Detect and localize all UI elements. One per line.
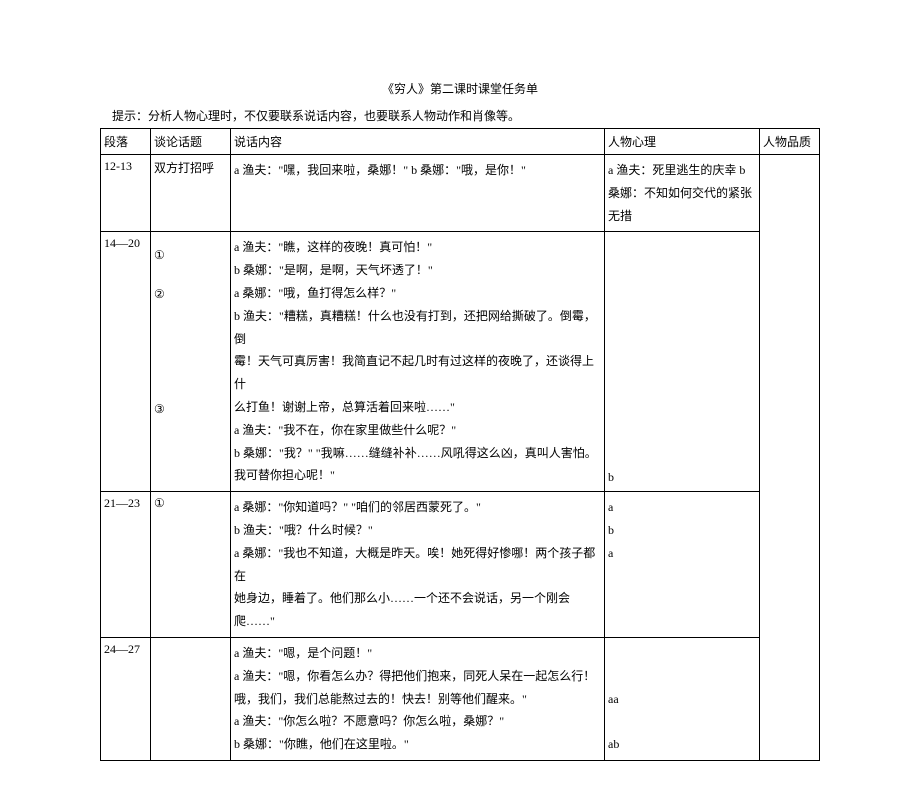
header-psych: 人物心理 [605,129,760,155]
cell-psych: aa ab [605,637,760,760]
cell-psych: a b a [605,492,760,638]
table-row: 14—20 ① ② ③ a 渔夫："瞧，这样的夜晚！真可怕！" b 桑娜："是啊… [101,232,820,492]
cell-content: a 渔夫："瞧，这样的夜晚！真可怕！" b 桑娜："是啊，是啊，天气坏透了！" … [231,232,605,492]
table-row: 21—23 ① a 桑娜："你知道吗？" "咱们的邻居西蒙死了。" b 渔夫："… [101,492,820,638]
hint-text: 提示：分析人物心理时，不仅要联系说话内容，也要联系人物动作和肖像等。 [100,107,820,124]
cell-topic [151,637,231,760]
cell-content: a 渔夫："嗯，是个问题！" a 渔夫："嗯，你看怎么办？得把他们抱来，同死人呆… [231,637,605,760]
cell-para: 24—27 [101,637,151,760]
cell-topic: ① ② ③ [151,232,231,492]
header-topic: 谈论话题 [151,129,231,155]
document-title: 《穷人》第二课时课堂任务单 [100,80,820,97]
header-para: 段落 [101,129,151,155]
cell-content: a 桑娜："你知道吗？" "咱们的邻居西蒙死了。" b 渔夫："哦？什么时候？"… [231,492,605,638]
header-content: 说话内容 [231,129,605,155]
cell-para: 12-13 [101,155,151,232]
cell-quality [760,155,820,761]
table-header-row: 段落 谈论话题 说话内容 人物心理 人物品质 [101,129,820,155]
cell-psych: a 渔夫：死里逃生的庆幸 b 桑娜：不知如何交代的紧张无措 [605,155,760,232]
cell-content: a 渔夫："嘿，我回来啦，桑娜！" b 桑娜："哦，是你！" [231,155,605,232]
cell-topic: ① [151,492,231,638]
task-table: 段落 谈论话题 说话内容 人物心理 人物品质 12-13 双方打招呼 a 渔夫：… [100,128,820,761]
cell-psych: b [605,232,760,492]
header-quality: 人物品质 [760,129,820,155]
cell-para: 21—23 [101,492,151,638]
table-row: 12-13 双方打招呼 a 渔夫："嘿，我回来啦，桑娜！" b 桑娜："哦，是你… [101,155,820,232]
cell-para: 14—20 [101,232,151,492]
table-row: 24—27 a 渔夫："嗯，是个问题！" a 渔夫："嗯，你看怎么办？得把他们抱… [101,637,820,760]
cell-topic: 双方打招呼 [151,155,231,232]
